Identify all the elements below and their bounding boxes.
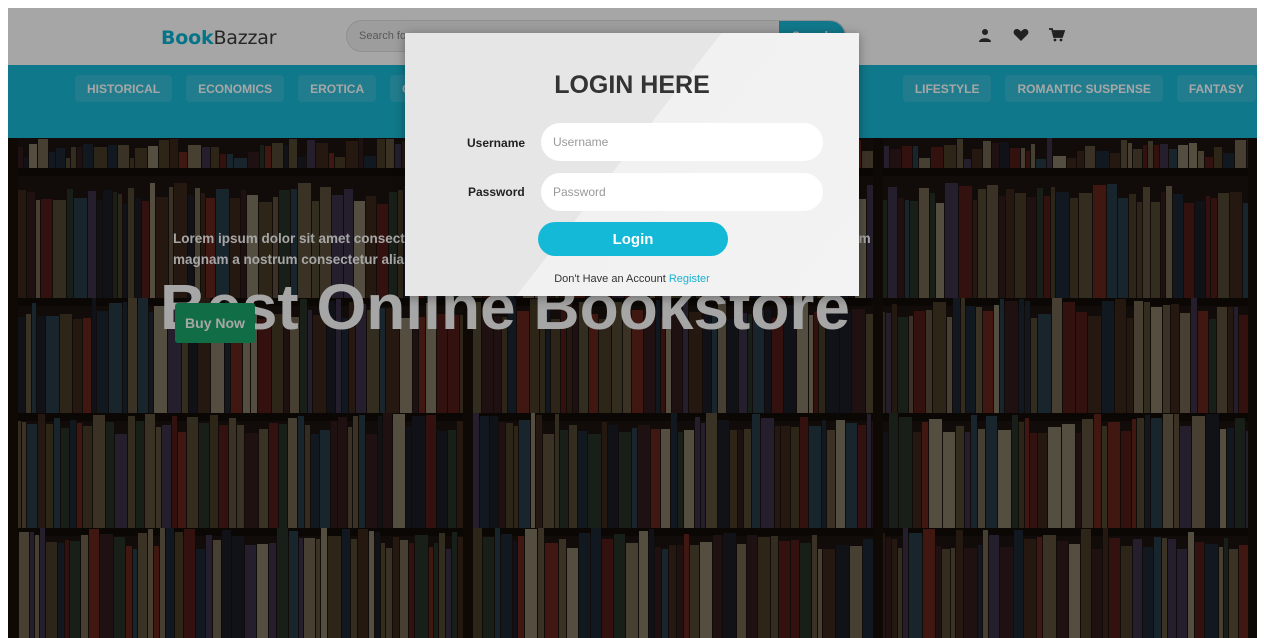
register-link[interactable]: Register — [669, 273, 710, 285]
register-prompt: Don't Have an Account — [554, 273, 666, 285]
register-line: Don't Have an Account Register — [405, 273, 859, 285]
login-modal: LOGIN HERE Username Password Login Don't… — [405, 33, 859, 296]
login-title: LOGIN HERE — [554, 71, 710, 99]
password-label: Password — [468, 185, 525, 199]
password-input[interactable] — [541, 173, 823, 211]
page: BookBazzar Search HISTORICAL ECONOMICS E… — [8, 8, 1257, 638]
login-button[interactable]: Login — [538, 222, 728, 256]
username-input[interactable] — [541, 123, 823, 161]
username-label: Username — [467, 136, 526, 150]
